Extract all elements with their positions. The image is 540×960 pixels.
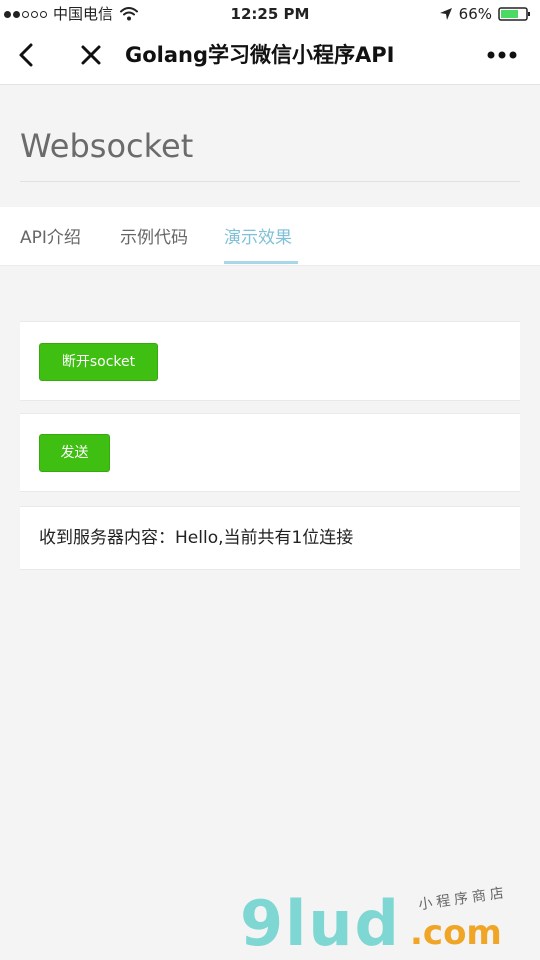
back-button[interactable] (12, 40, 42, 70)
navigation-bar: Golang学习微信小程序API (0, 28, 540, 85)
header-divider (20, 181, 520, 182)
battery-icon (498, 7, 530, 21)
send-button[interactable]: 发送 (39, 434, 110, 472)
more-dots-icon (487, 51, 517, 59)
chevron-left-icon (19, 43, 33, 67)
disconnect-socket-button[interactable]: 断开socket (39, 343, 158, 381)
disconnect-card: 断开socket (20, 321, 520, 401)
received-message-text: 收到服务器内容：Hello,当前共有1位连接 (39, 528, 354, 548)
location-arrow-icon (439, 8, 452, 20)
page-title: Golang学习微信小程序API (125, 43, 395, 67)
close-icon (81, 45, 101, 65)
watermark-logo: 9lud .com 小程序商店 (240, 885, 530, 960)
watermark-slogan: 小程序商店 (417, 884, 509, 914)
watermark-domain: .com (410, 913, 502, 953)
more-options-button[interactable] (486, 40, 518, 70)
status-bar: 中国电信 12:25 PM 66% (0, 0, 540, 28)
tab-sample-code[interactable]: 示例代码 (120, 226, 188, 250)
tab-bar: API介绍 示例代码 演示效果 (0, 207, 540, 266)
received-message-card: 收到服务器内容：Hello,当前共有1位连接 (20, 506, 520, 570)
page-header: Websocket (0, 85, 540, 207)
active-tab-indicator (224, 261, 298, 264)
watermark-9lud-logo: 9lud (240, 887, 401, 960)
tab-api-intro[interactable]: API介绍 (20, 226, 81, 250)
tab-demo[interactable]: 演示效果 (224, 226, 292, 250)
send-card: 发送 (20, 413, 520, 492)
section-title: Websocket (20, 127, 194, 165)
battery-percentage: 66% (458, 5, 492, 23)
close-button[interactable] (76, 40, 106, 70)
status-right: 66% (439, 5, 532, 23)
